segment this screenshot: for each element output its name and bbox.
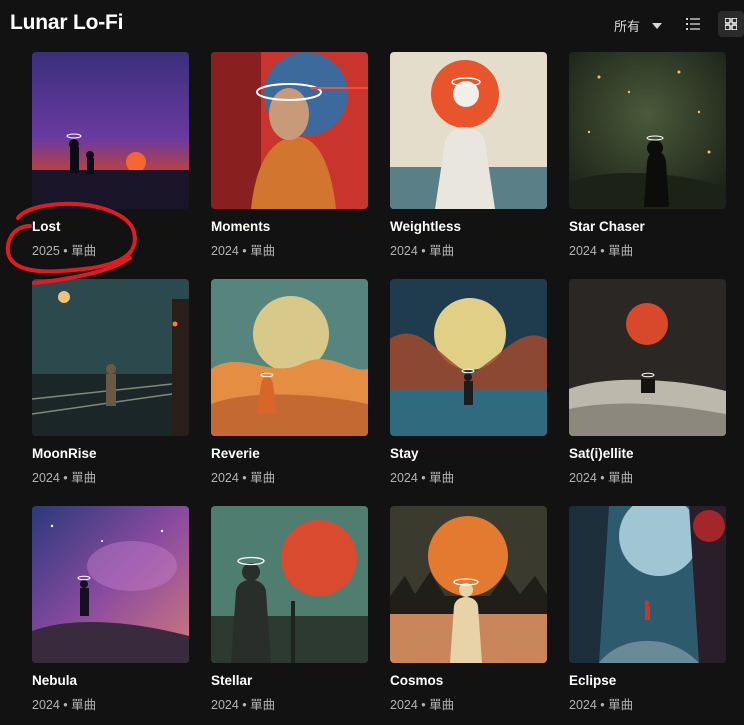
album-meta: 2024 • 單曲 xyxy=(569,471,634,485)
album-cover xyxy=(32,279,189,436)
album-title: Stay xyxy=(390,446,419,461)
album-card-lost[interactable]: Lost 2025 • 單曲 xyxy=(32,52,189,265)
album-card-weightless[interactable]: Weightless 2024 • 單曲 xyxy=(390,52,547,265)
list-icon xyxy=(686,18,700,30)
album-meta: 2025 • 單曲 xyxy=(32,244,97,258)
album-card-moments[interactable]: Moments 2024 • 單曲 xyxy=(211,52,368,265)
filter-label: 所有 xyxy=(614,18,641,34)
album-card-cosmos[interactable]: Cosmos 2024 • 單曲 xyxy=(390,506,547,719)
album-cover xyxy=(211,279,368,436)
album-card-star-chaser[interactable]: Star Chaser 2024 • 單曲 xyxy=(569,52,726,265)
album-cover xyxy=(390,52,547,209)
album-meta: 2024 • 單曲 xyxy=(390,471,455,485)
album-title: Weightless xyxy=(390,219,462,234)
chevron-down-icon xyxy=(652,22,663,29)
album-card-reverie[interactable]: Reverie 2024 • 單曲 xyxy=(211,279,368,492)
filter-dropdown[interactable]: 所有 xyxy=(614,15,663,35)
list-view-button[interactable] xyxy=(680,11,706,37)
album-card-stay[interactable]: Stay 2024 • 單曲 xyxy=(390,279,547,492)
album-cover xyxy=(569,279,726,436)
album-grid: Lost 2025 • 單曲 Moments 2024 • 單曲 Weightl… xyxy=(32,52,726,719)
album-meta: 2024 • 單曲 xyxy=(32,698,97,712)
album-title: Moments xyxy=(211,219,271,234)
album-title: Nebula xyxy=(32,673,78,688)
grid-icon xyxy=(725,18,737,30)
album-meta: 2024 • 單曲 xyxy=(211,698,276,712)
grid-view-button[interactable] xyxy=(718,11,744,37)
album-meta: 2024 • 單曲 xyxy=(569,698,634,712)
album-meta: 2024 • 單曲 xyxy=(211,244,276,258)
album-cover xyxy=(390,279,547,436)
album-card-satiellite[interactable]: Sat(i)ellite 2024 • 單曲 xyxy=(569,279,726,492)
album-title: Lost xyxy=(32,219,61,234)
album-title: Stellar xyxy=(211,673,253,688)
page-title: Lunar Lo-Fi xyxy=(10,11,124,34)
album-cover xyxy=(32,52,189,209)
album-meta: 2024 • 單曲 xyxy=(569,244,634,258)
album-cover xyxy=(32,506,189,663)
album-meta: 2024 • 單曲 xyxy=(211,471,276,485)
album-card-nebula[interactable]: Nebula 2024 • 單曲 xyxy=(32,506,189,719)
album-meta: 2024 • 單曲 xyxy=(32,471,97,485)
album-title: Sat(i)ellite xyxy=(569,446,634,461)
album-title: Cosmos xyxy=(390,673,444,688)
album-cover xyxy=(569,506,726,663)
album-title: Reverie xyxy=(211,446,260,461)
album-card-moonrise[interactable]: MoonRise 2024 • 單曲 xyxy=(32,279,189,492)
album-title: Star Chaser xyxy=(569,219,645,234)
album-title: Eclipse xyxy=(569,673,617,688)
page-header: Lunar Lo-Fi 所有 xyxy=(0,0,744,48)
album-cover xyxy=(390,506,547,663)
album-title: MoonRise xyxy=(32,446,97,461)
album-card-eclipse[interactable]: Eclipse 2024 • 單曲 xyxy=(569,506,726,719)
album-cover xyxy=(211,506,368,663)
album-meta: 2024 • 單曲 xyxy=(390,698,455,712)
album-cover xyxy=(569,52,726,209)
album-cover xyxy=(211,52,368,209)
album-card-stellar[interactable]: Stellar 2024 • 單曲 xyxy=(211,506,368,719)
album-meta: 2024 • 單曲 xyxy=(390,244,455,258)
